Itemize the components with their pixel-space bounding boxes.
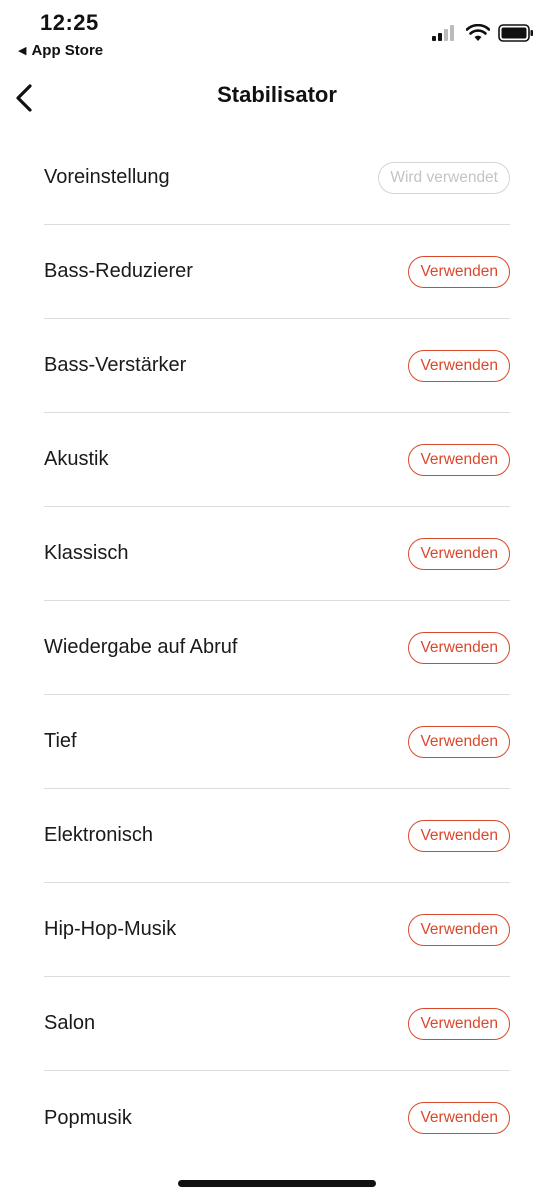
preset-label: Hip-Hop-Musik xyxy=(44,918,177,940)
use-button[interactable]: Verwenden xyxy=(408,913,510,946)
battery-icon xyxy=(498,24,533,42)
preset-label: Klassisch xyxy=(44,542,129,564)
use-button[interactable]: Verwenden xyxy=(408,349,510,382)
preset-label: Popmusik xyxy=(44,1106,132,1129)
preset-label: Bass-Reduzierer xyxy=(44,260,193,282)
use-button[interactable]: Verwenden xyxy=(408,725,510,758)
page-title: Stabilisator xyxy=(217,82,337,107)
use-button[interactable]: Verwenden xyxy=(408,537,510,570)
status-time: 12:25 xyxy=(40,10,99,35)
preset-list: Voreinstellung Wird verwendet Bass-Reduz… xyxy=(44,131,510,1165)
list-item: Elektronisch Verwenden xyxy=(44,789,510,883)
preset-label: Voreinstellung xyxy=(44,166,170,188)
list-item: Hip-Hop-Musik Verwenden xyxy=(44,883,510,977)
list-item: Voreinstellung Wird verwendet xyxy=(44,131,510,225)
use-button[interactable]: Verwenden xyxy=(408,819,510,852)
status-bar: 12:25 ◀ App Store xyxy=(0,0,554,70)
home-indicator[interactable] xyxy=(178,1180,376,1187)
use-button[interactable]: Verwenden xyxy=(408,443,510,476)
preset-label: Elektronisch xyxy=(44,824,153,846)
use-button[interactable]: Verwenden xyxy=(408,631,510,664)
back-app-label: App Store xyxy=(31,42,104,59)
preset-label: Akustik xyxy=(44,448,109,470)
use-button[interactable]: Verwenden xyxy=(408,1007,510,1040)
back-triangle-icon: ◀ xyxy=(18,45,27,57)
list-item: Popmusik Verwenden xyxy=(44,1071,510,1165)
use-button[interactable]: Verwenden xyxy=(408,1102,510,1134)
list-item: Klassisch Verwenden xyxy=(44,507,510,601)
list-item: Bass-Verstärker Verwenden xyxy=(44,319,510,413)
cellular-signal-icon xyxy=(432,25,454,41)
preset-label: Tief xyxy=(44,730,77,752)
preset-label: Wiedergabe auf Abruf xyxy=(44,636,238,658)
list-item: Bass-Reduzierer Verwenden xyxy=(44,225,510,319)
status-icons xyxy=(432,24,534,42)
back-to-app-link[interactable]: ◀ App Store xyxy=(18,42,103,59)
list-item: Wiedergabe auf Abruf Verwenden xyxy=(44,601,510,695)
nav-bar: Stabilisator xyxy=(0,70,554,126)
list-item: Salon Verwenden xyxy=(44,977,510,1071)
preset-label: Salon xyxy=(44,1012,96,1034)
list-item: Akustik Verwenden xyxy=(44,413,510,507)
in-use-badge: Wird verwendet xyxy=(378,161,510,194)
preset-label: Bass-Verstärker xyxy=(44,354,187,376)
wifi-icon xyxy=(466,24,490,41)
list-item: Tief Verwenden xyxy=(44,695,510,789)
use-button[interactable]: Verwenden xyxy=(408,255,510,288)
